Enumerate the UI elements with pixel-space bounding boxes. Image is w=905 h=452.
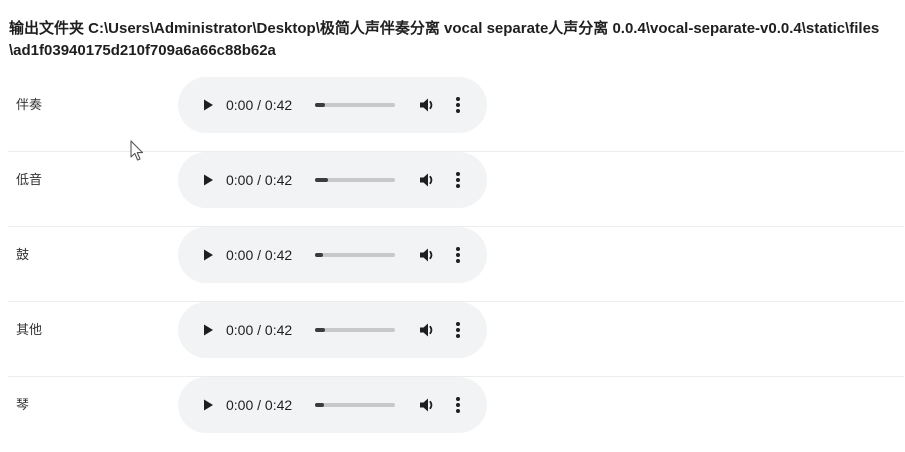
audio-player[interactable]: 0:00 / 0:42 [178,227,487,283]
output-folder-path: 输出文件夹 C:\Users\Administrator\Desktop\极简人… [9,20,880,59]
volume-icon [420,323,433,337]
play-button[interactable] [200,397,216,413]
time-display: 0:00 / 0:42 [226,397,293,413]
play-icon [204,249,213,261]
time-display: 0:00 / 0:42 [226,247,293,263]
volume-icon [420,248,433,262]
seek-bar[interactable] [315,253,395,257]
seek-progress [315,103,325,107]
more-vertical-icon [456,97,460,113]
more-vertical-icon [456,397,460,413]
time-display: 0:00 / 0:42 [226,322,293,338]
time-display: 0:00 / 0:42 [226,172,293,188]
track-row-bass: 低音 0:00 / 0:42 [8,152,904,227]
track-row-piano: 琴 0:00 / 0:42 [8,377,904,452]
mouse-pointer-icon [130,140,144,161]
track-list: 伴奏 0:00 / 0:42 低音 0:00 / 0:42 鼓 0:00 / 0… [8,77,904,452]
seek-progress [315,253,323,257]
more-vertical-icon [456,247,460,263]
seek-bar[interactable] [315,328,395,332]
seek-bar[interactable] [315,403,395,407]
seek-progress [315,403,324,407]
track-label: 琴 [16,397,30,412]
more-options-button[interactable] [454,170,462,190]
more-options-button[interactable] [454,395,462,415]
play-button[interactable] [200,247,216,263]
track-label: 低音 [16,172,43,187]
track-label: 其他 [16,322,43,337]
track-row-other: 其他 0:00 / 0:42 [8,302,904,377]
audio-player[interactable]: 0:00 / 0:42 [178,302,487,358]
volume-icon [420,173,433,187]
play-button[interactable] [200,322,216,338]
play-icon [204,99,213,111]
play-icon [204,399,213,411]
audio-player[interactable]: 0:00 / 0:42 [178,152,487,208]
track-row-drums: 鼓 0:00 / 0:42 [8,227,904,302]
more-vertical-icon [456,172,460,188]
more-options-button[interactable] [454,245,462,265]
volume-button[interactable] [418,171,436,189]
track-label: 伴奏 [16,97,43,112]
volume-icon [420,398,433,412]
more-vertical-icon [456,322,460,338]
volume-button[interactable] [418,246,436,264]
seek-bar[interactable] [315,103,395,107]
seek-progress [315,328,325,332]
play-icon [204,324,213,336]
volume-button[interactable] [418,96,436,114]
volume-button[interactable] [418,321,436,339]
track-label: 鼓 [16,247,30,262]
seek-bar[interactable] [315,178,395,182]
time-display: 0:00 / 0:42 [226,97,293,113]
more-options-button[interactable] [454,320,462,340]
volume-icon [420,98,433,112]
more-options-button[interactable] [454,95,462,115]
audio-player[interactable]: 0:00 / 0:42 [178,377,487,433]
play-button[interactable] [200,97,216,113]
play-icon [204,174,213,186]
audio-player[interactable]: 0:00 / 0:42 [178,77,487,133]
volume-button[interactable] [418,396,436,414]
seek-progress [315,178,328,182]
play-button[interactable] [200,172,216,188]
